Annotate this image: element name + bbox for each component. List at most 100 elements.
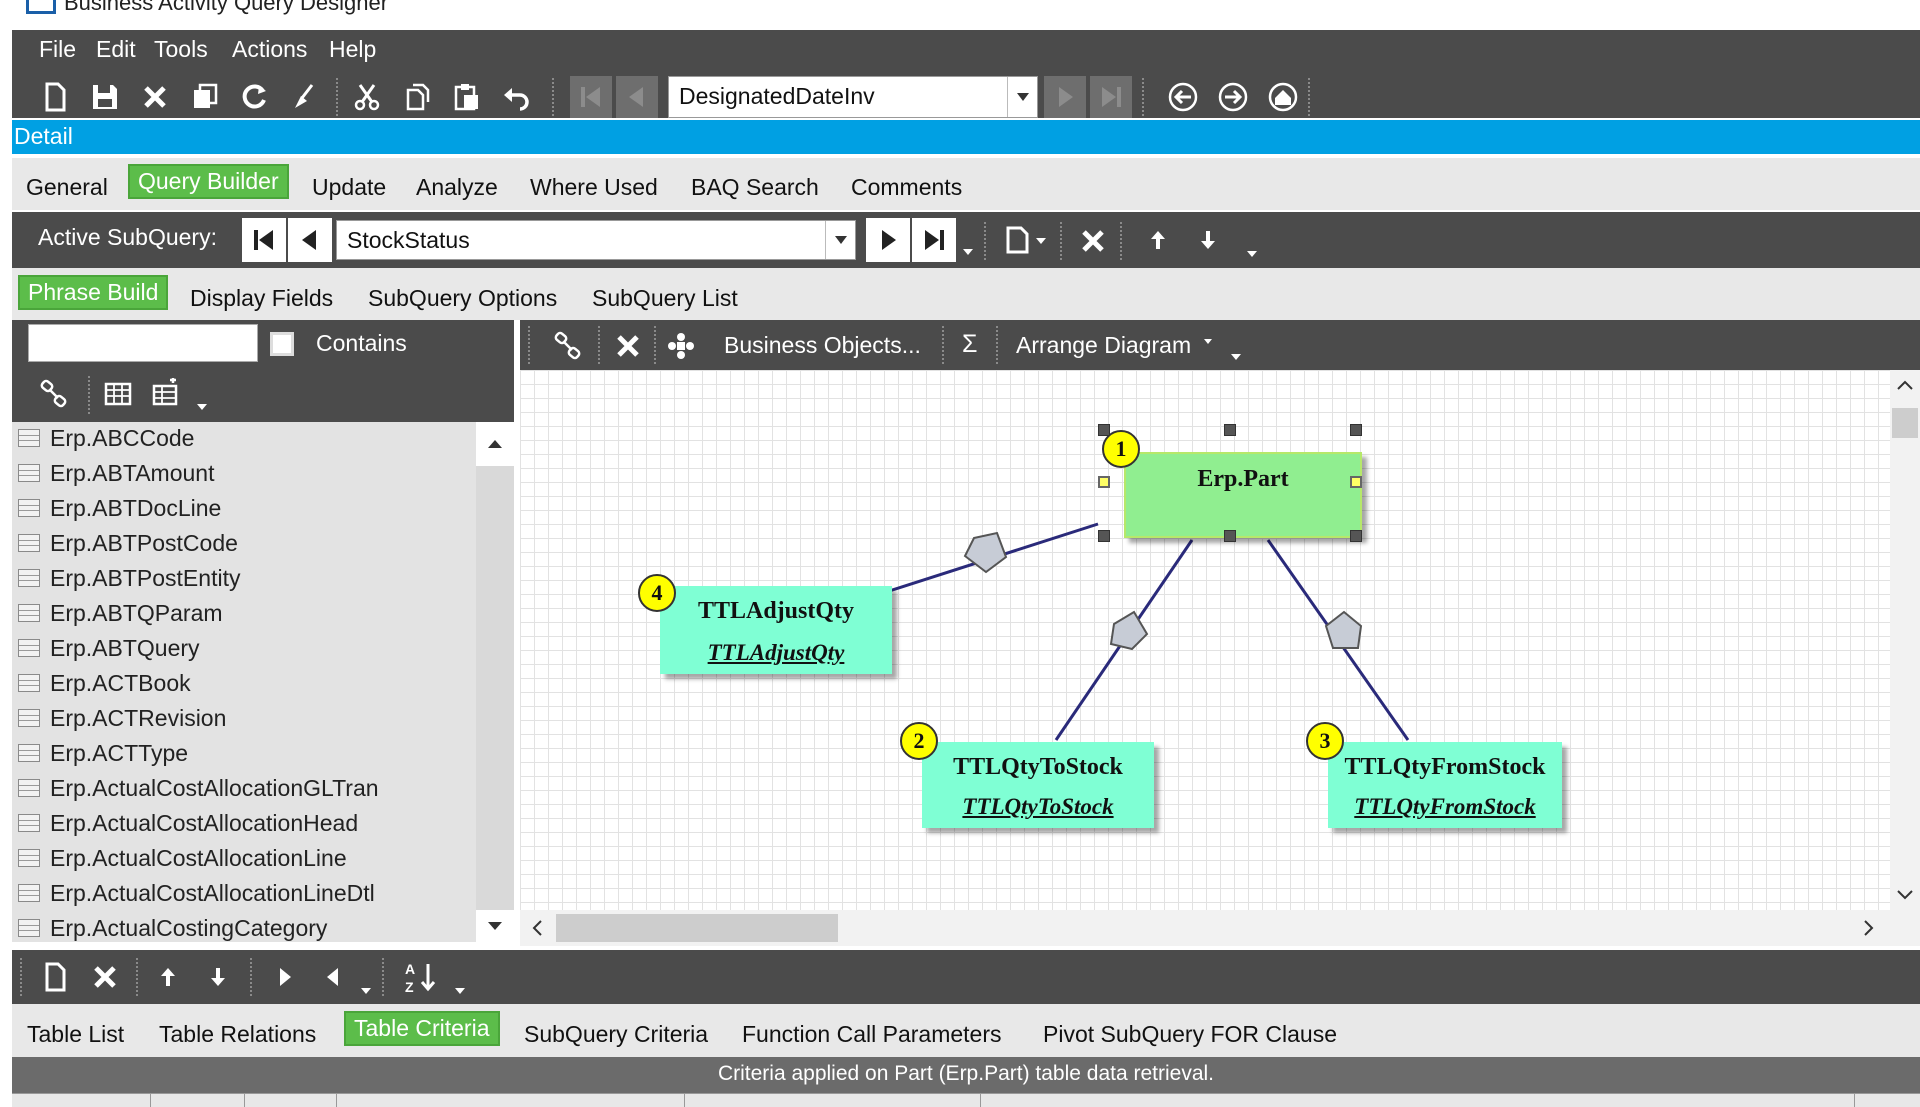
copy-icon[interactable]	[186, 78, 224, 116]
table-node-erp-part[interactable]: Erp.Part	[1124, 452, 1362, 538]
query-diagram-canvas[interactable]: Erp.Part 1 TTLAdjustQty TTLAdjustQty 4 T…	[520, 370, 1890, 910]
chevron-down-icon[interactable]	[1007, 77, 1037, 117]
first-record-icon[interactable]	[570, 76, 612, 118]
indent-left-icon[interactable]	[318, 962, 348, 992]
criteria-grid-header[interactable]	[12, 1093, 1920, 1107]
scroll-up-icon[interactable]	[476, 422, 514, 466]
delete-subquery-icon[interactable]	[1076, 224, 1110, 258]
scroll-up-icon[interactable]	[1894, 376, 1916, 394]
list-item[interactable]: Erp.ABTQuery	[12, 632, 476, 667]
indent-right-icon[interactable]	[270, 962, 300, 992]
column-divider[interactable]	[150, 1094, 151, 1107]
relation-diamond-icon[interactable]	[1324, 610, 1363, 649]
list-item[interactable]: Erp.ABTPostCode	[12, 527, 476, 562]
table-grid-icon[interactable]	[100, 376, 136, 412]
copy-clipboard-icon[interactable]	[398, 78, 436, 116]
tab-pivot-subquery-for-clause[interactable]: Pivot SubQuery FOR Clause	[1043, 1021, 1337, 1048]
contains-checkbox[interactable]	[270, 332, 294, 356]
tab-update[interactable]: Update	[312, 174, 386, 201]
tab-phrase-build[interactable]: Phrase Build	[18, 275, 169, 310]
overflow-chevron-icon[interactable]	[1228, 350, 1244, 364]
move-up-icon[interactable]	[152, 960, 184, 994]
menu-help[interactable]: Help	[329, 36, 376, 63]
tab-query-builder[interactable]: Query Builder	[128, 164, 289, 199]
tab-comments[interactable]: Comments	[851, 174, 962, 201]
sort-az-icon[interactable]: AZ	[402, 958, 442, 996]
list-item[interactable]: Erp.ACTBook	[12, 667, 476, 702]
tab-subquery-options[interactable]: SubQuery Options	[368, 285, 557, 312]
list-item[interactable]: Erp.ABTQParam	[12, 597, 476, 632]
column-divider[interactable]	[336, 1094, 337, 1107]
refresh-icon[interactable]	[236, 78, 274, 116]
list-item[interactable]: Erp.ACTRevision	[12, 702, 476, 737]
overflow-chevron-icon[interactable]	[452, 984, 468, 998]
first-subquery-icon[interactable]	[242, 218, 286, 262]
column-divider[interactable]	[980, 1094, 981, 1107]
menu-edit[interactable]: Edit	[96, 36, 136, 63]
move-down-icon[interactable]	[202, 960, 234, 994]
query-id-combo[interactable]: DesignatedDateInv	[668, 76, 1038, 118]
back-icon[interactable]	[1164, 78, 1202, 116]
scroll-thumb[interactable]	[1892, 408, 1918, 438]
list-item[interactable]: Erp.ActualCostAllocationGLTran	[12, 772, 476, 807]
scroll-down-icon[interactable]	[476, 910, 514, 942]
list-item[interactable]: Erp.ACTType	[12, 737, 476, 772]
sigma-button[interactable]: Σ	[962, 330, 977, 359]
overflow-chevron-icon[interactable]	[194, 400, 210, 414]
link-icon[interactable]	[36, 376, 72, 412]
tab-general[interactable]: General	[26, 174, 108, 201]
tab-table-relations[interactable]: Table Relations	[159, 1021, 316, 1048]
business-objects-icon[interactable]	[664, 330, 698, 362]
clear-icon[interactable]	[286, 78, 324, 116]
resize-handle[interactable]	[1098, 530, 1110, 542]
menu-actions[interactable]: Actions	[232, 36, 307, 63]
table-node-ttlqtytostock[interactable]: TTLQtyToStock TTLQtyToStock	[922, 742, 1154, 828]
table-filter-input[interactable]	[28, 324, 258, 362]
tab-subquery-criteria[interactable]: SubQuery Criteria	[524, 1021, 708, 1048]
resize-handle[interactable]	[1098, 476, 1110, 488]
list-item[interactable]: Erp.ActualCostingCategory	[12, 912, 476, 942]
chevron-down-icon[interactable]	[825, 221, 855, 259]
table-node-ttlqtyfromstock[interactable]: TTLQtyFromStock TTLQtyFromStock	[1328, 742, 1562, 828]
scroll-down-icon[interactable]	[1894, 886, 1916, 904]
list-item[interactable]: Erp.ABCCode	[12, 422, 476, 457]
tab-table-criteria[interactable]: Table Criteria	[344, 1011, 500, 1046]
last-record-icon[interactable]	[1090, 76, 1132, 118]
scroll-right-icon[interactable]	[1860, 919, 1878, 937]
previous-record-icon[interactable]	[616, 76, 658, 118]
list-item[interactable]: Erp.ActualCostAllocationHead	[12, 807, 476, 842]
resize-handle[interactable]	[1350, 424, 1362, 436]
home-icon[interactable]	[1264, 78, 1302, 116]
move-up-icon[interactable]	[1142, 224, 1174, 256]
next-subquery-icon[interactable]	[866, 218, 910, 262]
link-icon[interactable]	[550, 328, 586, 364]
resize-handle[interactable]	[1224, 530, 1236, 542]
overflow-chevron-icon[interactable]	[358, 984, 374, 998]
relation-diamond-icon[interactable]	[1109, 610, 1149, 651]
new-icon[interactable]	[36, 78, 74, 116]
column-divider[interactable]	[244, 1094, 245, 1107]
new-icon[interactable]	[38, 960, 72, 994]
tab-table-list[interactable]: Table List	[27, 1021, 124, 1048]
table-list-scrollbar[interactable]	[476, 422, 514, 942]
list-item[interactable]: Erp.ABTAmount	[12, 457, 476, 492]
overflow-chevron-icon[interactable]	[1244, 246, 1260, 262]
tab-analyze[interactable]: Analyze	[416, 174, 498, 201]
column-divider[interactable]	[684, 1094, 685, 1107]
next-record-icon[interactable]	[1044, 76, 1086, 118]
undo-icon[interactable]	[498, 78, 536, 116]
tab-subquery-list[interactable]: SubQuery List	[592, 285, 738, 312]
arrange-diagram-button[interactable]: Arrange Diagram	[1016, 332, 1191, 359]
overflow-chevron-icon[interactable]	[960, 244, 976, 260]
paste-icon[interactable]	[448, 78, 486, 116]
diagram-horizontal-scrollbar[interactable]	[520, 910, 1920, 946]
diagram-vertical-scrollbar[interactable]	[1890, 370, 1920, 910]
move-down-icon[interactable]	[1192, 224, 1224, 256]
menu-tools[interactable]: Tools	[154, 36, 208, 63]
tab-display-fields[interactable]: Display Fields	[190, 285, 333, 312]
table-add-icon[interactable]	[148, 374, 188, 412]
list-item[interactable]: Erp.ABTDocLine	[12, 492, 476, 527]
cut-icon[interactable]	[348, 78, 386, 116]
chevron-down-icon[interactable]	[1202, 336, 1214, 346]
delete-icon[interactable]	[88, 960, 122, 994]
